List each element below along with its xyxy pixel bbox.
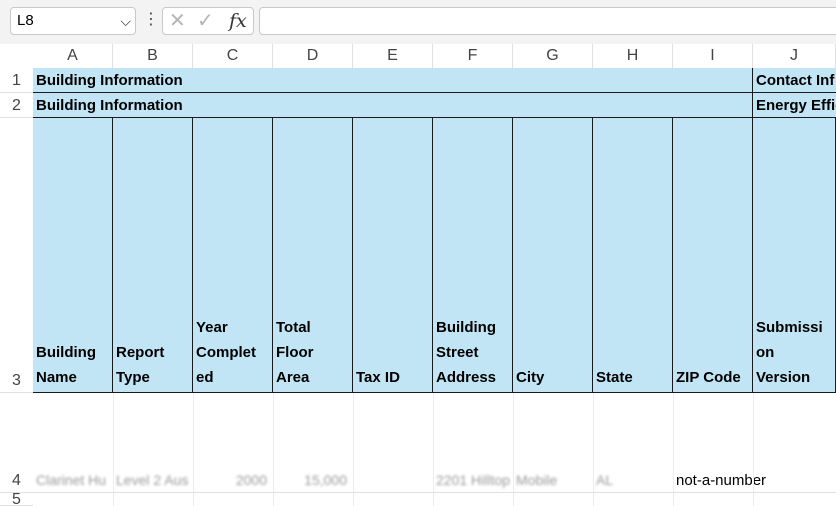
row1-building-information[interactable]: Building Information	[33, 68, 753, 93]
data-cell-h4[interactable]: AL	[593, 468, 673, 493]
data-cell-d4[interactable]: 15,000	[273, 468, 353, 493]
header-text-line: Floor	[276, 344, 314, 361]
gridline	[513, 393, 514, 506]
column-header-a[interactable]: A	[33, 44, 113, 68]
header-text-line: Version	[756, 369, 811, 386]
more-options-icon[interactable]: ⋮	[143, 9, 159, 31]
header-text-line: Submissi	[756, 319, 823, 336]
row-header-2[interactable]: 2	[0, 93, 33, 118]
column-header-j[interactable]: J	[753, 44, 836, 68]
header-text-line: on	[756, 344, 775, 361]
header-text-line: Name	[36, 369, 77, 386]
header-text-line: Street	[436, 344, 479, 361]
header-text-line: Report	[116, 344, 165, 361]
header-cell-year-completed[interactable]: Year Complet ed	[193, 118, 273, 393]
column-header-g[interactable]: G	[513, 44, 593, 68]
gridline	[193, 393, 194, 506]
header-cell-state[interactable]: State	[593, 118, 673, 393]
gridline	[113, 393, 114, 506]
enter-icon[interactable]: ✓	[197, 10, 214, 32]
column-header-e[interactable]: E	[353, 44, 433, 68]
column-header-f[interactable]: F	[433, 44, 513, 68]
spreadsheet-grid: A B C D E F G H I J 1 2 3 4 5 Building I…	[0, 44, 836, 506]
column-header-i[interactable]: I	[673, 44, 753, 68]
header-cell-submission-version[interactable]: Submissi on Version	[753, 118, 836, 393]
gridline	[753, 393, 754, 506]
header-cell-city[interactable]: City	[513, 118, 593, 393]
data-cell-c4[interactable]: 2000	[193, 468, 273, 493]
gridline	[353, 393, 354, 506]
row-header-1[interactable]: 1	[0, 68, 33, 93]
header-cell-building-name[interactable]: Building Name	[33, 118, 113, 393]
data-cell-e4[interactable]	[353, 468, 433, 493]
column-header-h[interactable]: H	[593, 44, 673, 68]
header-cell-zip-code[interactable]: ZIP Code	[673, 118, 753, 393]
gridline	[673, 393, 674, 506]
row-header-5[interactable]: 5	[0, 493, 33, 506]
header-text-line: ed	[196, 369, 214, 386]
header-text-line: Total	[276, 319, 311, 336]
gridline	[433, 393, 434, 506]
select-all-corner[interactable]	[0, 44, 33, 68]
row2-building-information[interactable]: Building Information	[33, 93, 753, 118]
header-text-line: Building	[436, 319, 496, 336]
formula-input[interactable]	[259, 7, 836, 35]
data-cell-f4[interactable]: 2201 Hilltop	[433, 468, 513, 493]
data-cell-b4[interactable]: Level 2 Aus	[113, 468, 193, 493]
header-text-line: Tax ID	[356, 369, 400, 386]
header-text-line: City	[516, 369, 545, 386]
header-cell-building-street-address[interactable]: Building Street Address	[433, 118, 513, 393]
gridline	[593, 393, 594, 506]
insert-function-icon[interactable]: fx	[229, 10, 247, 32]
column-header-b[interactable]: B	[113, 44, 193, 68]
header-cell-tax-id[interactable]: Tax ID	[353, 118, 433, 393]
chevron-down-icon[interactable]: ⌵	[120, 8, 131, 34]
column-header-c[interactable]: C	[193, 44, 273, 68]
header-text-line: Area	[276, 369, 310, 386]
header-cell-report-type[interactable]: Report Type	[113, 118, 193, 393]
data-cell-i4[interactable]: not-a-number	[673, 468, 836, 493]
header-text-line: Address	[436, 369, 497, 386]
formula-bar: L8 ⌵ ⋮ ✕ ✓ fx	[0, 0, 836, 44]
row1-contact-information[interactable]: Contact Inf	[753, 68, 836, 93]
cancel-icon[interactable]: ✕	[169, 10, 186, 32]
gridline	[33, 492, 836, 493]
header-text-line: Year	[196, 319, 228, 336]
header-text-line: Complet	[196, 344, 256, 361]
name-box[interactable]: L8 ⌵	[10, 7, 136, 35]
header-text-line: Type	[116, 369, 150, 386]
column-header-d[interactable]: D	[273, 44, 353, 68]
row2-energy-efficiency[interactable]: Energy Effic	[753, 93, 836, 118]
header-text-line: Building	[36, 344, 96, 361]
name-box-value: L8	[17, 12, 34, 29]
header-cell-total-floor-area[interactable]: Total Floor Area	[273, 118, 353, 393]
row-header-3[interactable]: 3	[0, 118, 33, 393]
row-header-4[interactable]: 4	[0, 393, 33, 493]
header-text-line: State	[596, 369, 633, 386]
formula-controls: ✕ ✓ fx	[162, 7, 254, 35]
data-cell-g4[interactable]: Mobile	[513, 468, 593, 493]
gridline	[273, 393, 274, 506]
data-cell-a4[interactable]: Clarinet Hu	[33, 468, 113, 493]
header-text-line: ZIP Code	[676, 369, 741, 386]
